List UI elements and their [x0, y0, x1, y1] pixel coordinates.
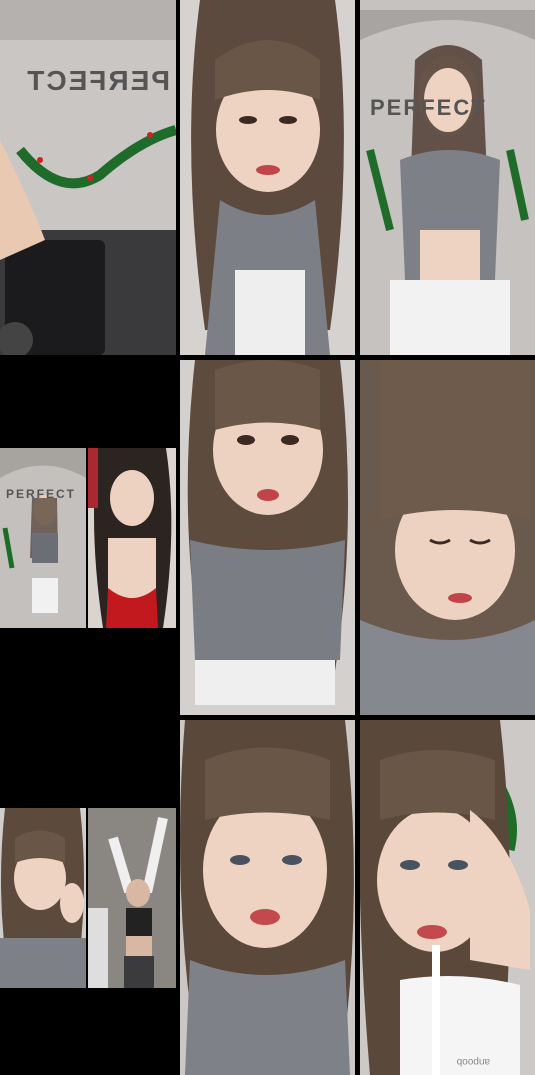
tile-face-closeup-5: anpoob [360, 720, 535, 1075]
tile-dancer-standing: PERFECT [360, 0, 535, 355]
cup-label: anpoob [456, 1056, 490, 1067]
mini-red-outfit [88, 448, 176, 628]
tile-office-room: PERFECT [0, 0, 176, 355]
wall-sign: PERFECT [6, 487, 76, 501]
wall-sign: PERFECT [370, 95, 487, 120]
wall-sign: PERFECT [25, 65, 170, 96]
mini-dancer-room: PERFECT [0, 448, 86, 628]
tile-face-closeup-3 [360, 360, 535, 715]
tile-face-closeup-2 [180, 360, 355, 715]
tile-face-closeup-4 [180, 720, 355, 1075]
mini-arms-raised [88, 808, 176, 988]
tile-face-closeup-1 [180, 0, 355, 355]
mini-face-hands [0, 808, 86, 988]
